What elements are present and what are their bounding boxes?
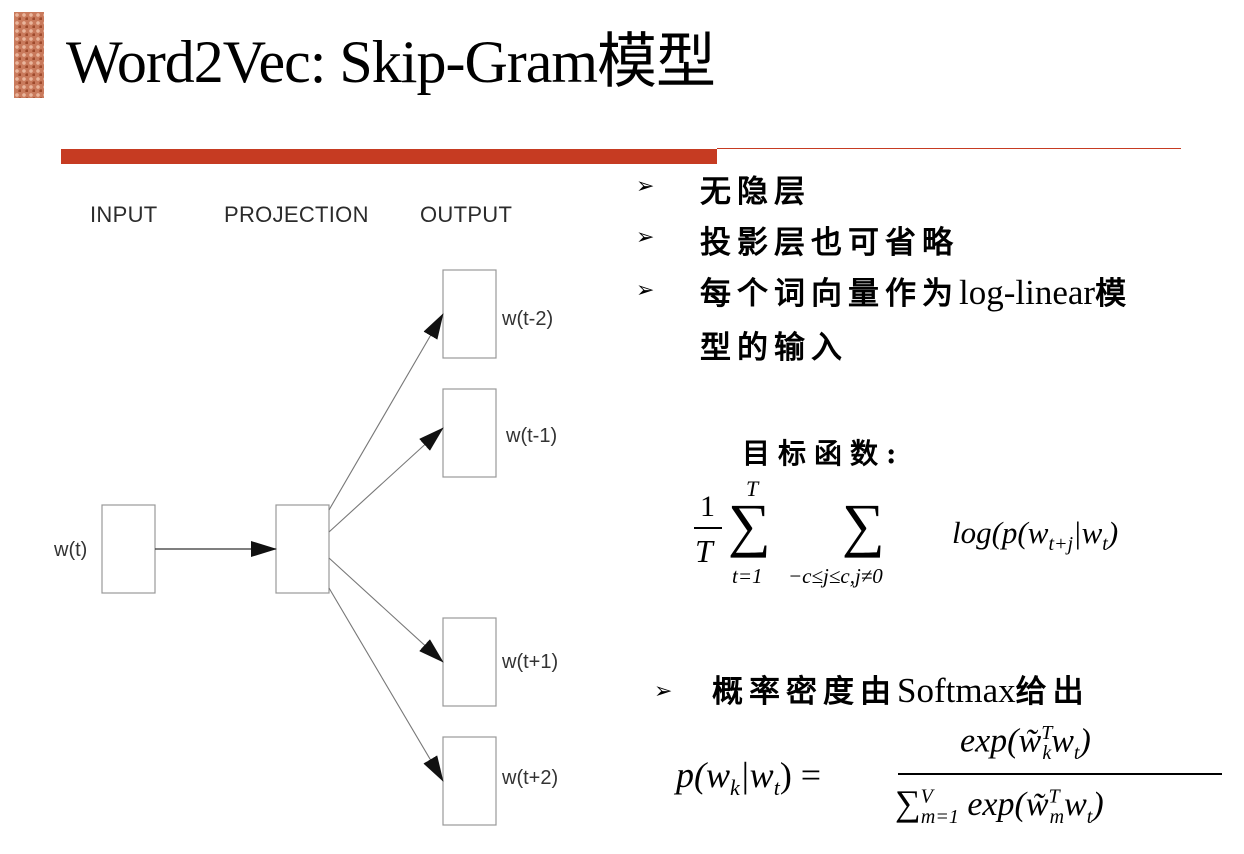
softmax-bullet: 概率密度由Softmax给出 [712, 666, 1090, 711]
output-node-box-1 [442, 269, 497, 359]
softmax-bullet-text-b: 给出 [1015, 674, 1090, 710]
objective-frac-den: T [695, 533, 713, 569]
sum1-lower: t=1 [732, 564, 763, 588]
softmax-bullet-text-a: 概率密度由 [712, 674, 897, 710]
softmax-den-rest: w [1064, 786, 1087, 823]
output-node-box-2 [442, 388, 497, 478]
softmax-den-upper: V [920, 785, 933, 808]
output-node-box-3 [442, 617, 497, 707]
output-node-box-4 [442, 736, 497, 826]
objective-term-end: ) [1107, 515, 1119, 550]
sum1-sigma: ∑ [728, 492, 771, 558]
bullet-arrow-icon: ➢ [636, 174, 655, 199]
softmax-bullet-latin: Softmax [897, 671, 1016, 710]
softmax-lhs: p(wk|wt) = [676, 754, 821, 801]
projection-node-box [275, 504, 330, 594]
output-node-label-1: w(t-2) [502, 308, 554, 330]
title-underline-bar [61, 149, 717, 164]
slide-title: Word2Vec: Skip-Gram模型 [66, 29, 716, 95]
sum2-sigma: ∑ [842, 492, 885, 558]
softmax-num-end: ) [1079, 722, 1091, 760]
input-node-label: w(t) [54, 539, 88, 561]
softmax-lhs-sub: k [730, 775, 740, 801]
bullet-item-2: 投影层也可省略 [700, 217, 959, 262]
bullet-arrow-icon: ➢ [636, 225, 655, 250]
softmax-num-sub: k [1042, 742, 1052, 765]
bullet-item-1: 无隐层 [700, 166, 811, 211]
title-underline-rule [717, 148, 1181, 149]
softmax-den-lower: m=1 [920, 805, 959, 828]
title-decoration [14, 12, 44, 98]
projection-to-output-arrow-4 [328, 587, 444, 782]
objective-term: log(p(wt+j|wt) [952, 515, 1118, 556]
output-node-label-3: w(t+1) [502, 651, 559, 673]
softmax-lhs-main: p(w [676, 755, 730, 795]
softmax-frac-bar [898, 773, 1222, 775]
objective-term-mid: |w [1073, 515, 1103, 550]
objective-label: 目标函数: [742, 437, 905, 470]
softmax-den-sub: m [1049, 805, 1065, 828]
diagram-graph [101, 269, 497, 826]
softmax-numerator: exp(w̃Tkwt) [960, 722, 1091, 765]
bullet-item-3: 每个词向量作为log-linear模 [700, 268, 1132, 313]
output-node-label-4: w(t+2) [502, 767, 559, 789]
softmax-den-end: ) [1092, 786, 1104, 823]
softmax-num-main: exp(w̃ [960, 722, 1042, 760]
objective-term-sub: t+j [1048, 533, 1074, 556]
bullet-item-2-text: 投影层也可省略 [700, 225, 959, 261]
output-node-label-2: w(t-1) [506, 425, 558, 447]
bullet-item-3-text-a: 每个词向量作为 [700, 276, 959, 312]
softmax-den-sup: T [1048, 785, 1060, 808]
input-node-box [101, 504, 156, 594]
objective-term-main: log(p(w [952, 515, 1049, 550]
softmax-num-rest: w [1051, 722, 1074, 760]
bullet-item-3-text-b: 模 [1095, 276, 1133, 312]
softmax-denominator: ∑Vm=1 exp(w̃Tmwt) [895, 782, 1104, 829]
objective-frac-num: 1 [700, 490, 715, 523]
bullet-arrow-icon: ➢ [654, 679, 673, 704]
objective-frac-bar [694, 527, 722, 529]
sum2-lower: −c≤j≤c,j≠0 [788, 564, 883, 588]
softmax-lhs-mid: |w [739, 755, 774, 795]
skip-gram-diagram: INPUT PROJECTION OUTPUT w(t) w(t-2) w(t-… [0, 170, 640, 854]
softmax-den-sigma: ∑ [895, 783, 921, 823]
softmax-lhs-end: ) = [779, 755, 822, 795]
bullet-item-3-line2: 型的输入 [700, 330, 848, 366]
bullet-item-1-text: 无隐层 [700, 174, 811, 210]
bullet-arrow-icon: ➢ [636, 278, 655, 303]
bullet-item-3-latin: log-linear [959, 273, 1096, 312]
projection-to-output-arrow-3 [328, 557, 444, 663]
softmax-den-main: exp(w̃ [967, 786, 1049, 823]
